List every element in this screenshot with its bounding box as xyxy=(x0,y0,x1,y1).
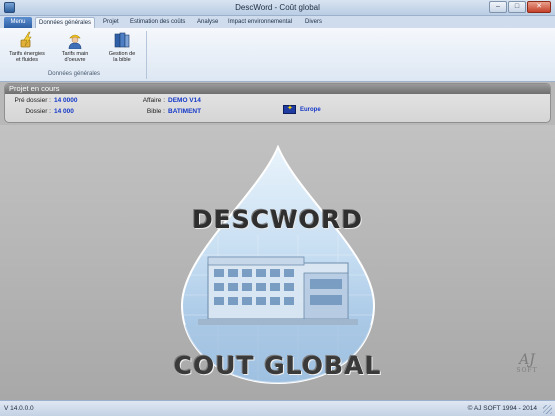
main-workspace: DESCWORD COUT GLOBAL AJ SOFT xyxy=(0,125,555,400)
tab-menu[interactable]: Menu xyxy=(4,17,32,28)
close-button[interactable]: ✕ xyxy=(527,1,551,13)
ribbon-group-separator xyxy=(146,31,147,79)
tarifs-main-doeuvre-button[interactable]: Tarifs main d'oeuvre xyxy=(55,31,95,63)
splash-title-bottom: COUT GLOBAL xyxy=(173,351,382,380)
ribbon-tab-bar: Menu Données générales Projet Estimation… xyxy=(0,16,555,28)
ajsoft-logo-mark: AJ xyxy=(519,352,535,368)
window-title: DescWord - Coût global xyxy=(235,3,320,12)
tab-estimation-des-couts[interactable]: Estimation des coûts xyxy=(127,17,188,28)
ribbon-panel: Tarifs énergies et fluides Tarifs main d… xyxy=(0,28,555,82)
lightning-icon xyxy=(20,31,32,48)
version-text: V 14.0.0.0 xyxy=(4,405,34,412)
status-bar: V 14.0.0.0 © AJ SOFT 1994 - 2014 xyxy=(0,400,555,416)
ajsoft-logo: AJ SOFT xyxy=(512,353,542,374)
gestion-bible-button[interactable]: Gestion de la bible xyxy=(102,31,142,63)
tab-projet[interactable]: Projet xyxy=(100,17,122,28)
pre-dossier-value: 14 0000 xyxy=(54,97,78,104)
tab-donnees-generales[interactable]: Données générales xyxy=(35,17,96,28)
tarifs-energies-label-2: et fluides xyxy=(15,57,38,63)
project-panel: Projet en cours Pré dossier : 14 0000 Do… xyxy=(4,83,551,123)
dossier-label: Dossier : xyxy=(25,108,51,115)
pre-dossier-label: Pré dossier : xyxy=(14,97,52,104)
tab-divers[interactable]: Divers xyxy=(302,17,325,28)
tarifs-energies-button[interactable]: Tarifs énergies et fluides xyxy=(6,31,48,63)
ribbon-group-label: Données générales xyxy=(47,71,101,77)
minimize-button[interactable]: – xyxy=(489,1,507,13)
tab-impact-environnemental[interactable]: Impact environnemental xyxy=(225,17,295,28)
dossier-value: 14 000 xyxy=(54,108,74,115)
window-controls: – □ ✕ xyxy=(489,1,551,13)
ajsoft-logo-text: SOFT xyxy=(516,367,538,374)
title-bar: DescWord - Coût global – □ ✕ xyxy=(0,0,555,16)
copyright-text: © AJ SOFT 1994 - 2014 xyxy=(467,405,537,412)
bible-label: Bible : xyxy=(146,108,165,115)
book-icon xyxy=(114,32,130,48)
water-drop-building-image xyxy=(180,145,376,385)
worker-icon xyxy=(68,34,82,49)
bible-value: BATIMENT xyxy=(168,108,202,115)
tab-analyse[interactable]: Analyse xyxy=(194,17,221,28)
europe-flag-icon xyxy=(283,104,296,114)
region-value: Europe xyxy=(300,107,321,113)
affaire-value: DEMO V14 xyxy=(168,97,201,104)
gestion-bible-label-2: la bible xyxy=(113,57,131,63)
affaire-label: Affaire : xyxy=(142,97,165,104)
splash-title-top: DESCWORD xyxy=(191,205,363,234)
maximize-button[interactable]: □ xyxy=(508,1,526,13)
resize-grip-icon[interactable] xyxy=(543,405,552,414)
project-panel-title: Projet en cours xyxy=(5,84,550,94)
tarifs-main-doeuvre-label-2: d'oeuvre xyxy=(64,57,86,63)
